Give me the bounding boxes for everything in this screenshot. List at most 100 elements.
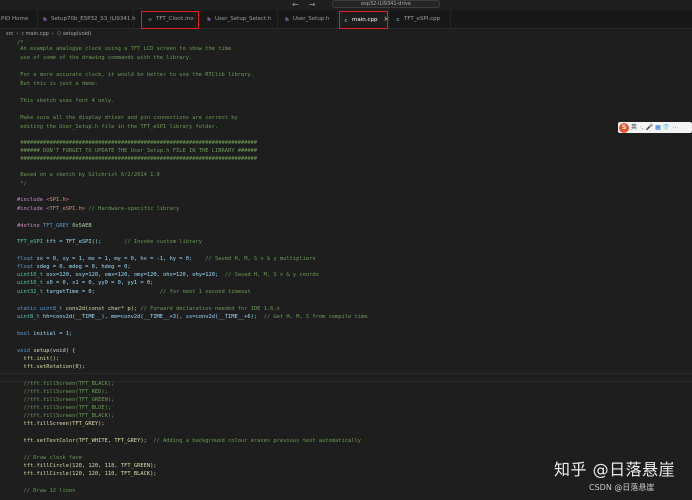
back-arrow-icon[interactable]: ← <box>292 0 299 9</box>
tab-tft-espi-cpp[interactable]: c TFT_eSPI.cpp <box>391 10 451 29</box>
header-file-icon: h <box>285 17 289 23</box>
code-token: initial = 1; <box>33 331 73 337</box>
code-line: uint8_t hh=conv2d(__TIME__), mm=conv2d(_… <box>17 313 368 321</box>
type-token: uint32_t <box>17 289 47 295</box>
tab-label: TFT_eSPI.cpp <box>404 16 441 22</box>
tab-label: Setup70b_ESP32_S3_ILI9341.h <box>51 16 136 22</box>
code-line: tft.setTextColor(TFT_WHITE, TFT_GREY); /… <box>17 437 361 445</box>
tab-label: PIO Home <box>1 16 29 22</box>
code-line: tft.setRotation(0); <box>17 364 86 370</box>
code-line: uint32_t targetTime = 0; // for next 1 s… <box>17 288 251 296</box>
code-line: This sketch uses font 4 only. <box>17 98 115 104</box>
code-line: //tft.fillScreen(TFT_BLUE); <box>17 405 112 411</box>
code-line: //tft.fillScreen(TFT_RED); <box>17 389 108 395</box>
comment-token: // Invoke custom library <box>101 239 203 245</box>
comment-token: // Adding a background colour erases pre… <box>146 438 362 444</box>
tab-pio-home[interactable]: PIO Home <box>0 10 38 29</box>
code-token: osx=120, osy=120, omx=120, omy=120, ohx=… <box>46 272 219 278</box>
code-line: //tft.fillScreen(TFT_GREEN); <box>17 397 115 403</box>
code-line: float sx = 0, sy = 1, mx = 1, my = 0, hx… <box>17 255 316 263</box>
code-line: editing the User_Setup.h file in the TFT… <box>17 124 219 130</box>
tab-label: main.cpp <box>352 17 378 23</box>
code-line: uint16_t x0 = 0, x1 = 0, yy0 = 0, yy1 = … <box>17 279 153 287</box>
type-token: float <box>17 264 37 270</box>
breadcrumb: src › c main.cpp › ⬡ setup(void) <box>0 29 692 39</box>
code-line: float sdeg = 0, mdeg = 0, hdeg = 0; <box>17 263 131 271</box>
comment-token: // Get H, M, S from compile time <box>257 314 368 320</box>
code-line: static uint8_t conv2d(const char* p); //… <box>17 305 280 313</box>
code-line: void setup(void) { <box>17 347 75 355</box>
type-token: TFT_eSPI <box>17 239 47 245</box>
code-line: //tft.fillScreen(TFT_BLACK); <box>17 381 115 387</box>
code-line: use of some of the drawing commands with… <box>17 55 193 61</box>
code-line: But this is just a demo. <box>17 81 99 87</box>
comment-token: // Saved H, M, S x & y coords <box>218 272 319 278</box>
ino-file-icon: ∞ <box>147 17 153 23</box>
forward-arrow-icon[interactable]: → <box>309 0 316 9</box>
code-line: Based on a sketch by Gilchrist 6/2/2014 … <box>17 172 160 178</box>
code-line: For a more accurate clock, it would be b… <box>17 72 254 78</box>
tab-main-cpp[interactable]: c main.cpp × <box>339 10 389 29</box>
type-token: uint8_t <box>17 314 43 320</box>
history-nav: ← → <box>292 0 325 9</box>
code-line: ###### DON'T FORGET TO UPDATE THE User_S… <box>17 148 258 154</box>
comment-token: // for next 1 second timeout <box>94 289 251 295</box>
preprocessor-token: #include <box>17 206 47 212</box>
tab-setup70b[interactable]: h Setup70b_ESP32_S3_ILI9341.h <box>38 10 136 29</box>
code-token: sx = 0, sy = 1, mx = 1, my = 0, hx = -1,… <box>36 256 193 262</box>
tab-tft-clock[interactable]: ∞ TFT_Clock.ino <box>143 10 196 29</box>
translate-toolbar[interactable]: S 英 ·, 🎤 ▦ 👕 ⋯ <box>618 122 692 133</box>
editor-tab-strip: PIO Home h Setup70b_ESP32_S3_ILI9341.h ∞ T… <box>0 10 692 29</box>
tab-user-setup-select[interactable]: h User_Setup_Select.h <box>202 10 278 29</box>
code-line: #define TFT_GREY 0x5AEB <box>17 222 92 230</box>
code-line: */ <box>17 181 27 187</box>
sogou-logo-icon: S <box>619 123 629 133</box>
code-token: hh=conv2d(__TIME__), mm=conv2d(__TIME__+… <box>42 314 258 320</box>
code-line: tft.fillScreen(TFT_GREY); <box>17 421 105 427</box>
code-line: tft.fillCircle(120, 120, 118, TFT_GREEN)… <box>17 463 157 469</box>
code-line: uint16_t osx=120, osy=120, omx=120, omy=… <box>17 271 319 279</box>
code-token: conv2d(const char* p); <box>65 306 138 312</box>
code-line: TFT_eSPI tft = TFT_eSPI(); // Invoke cus… <box>17 238 202 246</box>
code-token: tft = TFT_eSPI(); <box>46 239 102 245</box>
tab-label: User_Setup.h <box>293 16 330 22</box>
type-token: uint16_t <box>17 272 47 278</box>
breadcrumb-symbol[interactable]: setup(void) <box>63 31 91 37</box>
code-token: (void) { <box>49 348 76 354</box>
comment-token: // Forward declaration needed for IDE 1.… <box>137 306 280 312</box>
preprocessor-token: #define <box>17 223 43 229</box>
cpp-file-icon: c <box>344 18 348 24</box>
chevron-right-icon: › <box>16 31 19 37</box>
keyword-token: static uint8_t <box>17 306 66 312</box>
code-line: An example analogue clock using a TFT LC… <box>17 46 232 52</box>
code-token: tft.setTextColor(TFT_WHITE, TFT_GREY); <box>17 438 147 444</box>
code-line: // Draw 12 lines <box>17 488 76 494</box>
header-file-icon: h <box>207 17 211 23</box>
breadcrumb-file[interactable]: main.cpp <box>26 31 49 37</box>
close-tab-icon[interactable]: × <box>384 15 390 23</box>
code-line: ########################################… <box>17 156 258 162</box>
string-token: <SPI.h> <box>46 197 69 203</box>
tab-label: User_Setup_Select.h <box>215 16 272 22</box>
type-token: float <box>17 256 37 262</box>
breadcrumb-folder[interactable]: src <box>6 31 13 37</box>
header-file-icon: h <box>43 17 47 23</box>
csdn-watermark: CSDN @日落悬崖 <box>589 483 655 492</box>
macro-token: TFT_GREY <box>42 223 73 229</box>
code-token: targetTime = 0; <box>46 289 95 295</box>
code-editor[interactable]: /* An example analogue clock using a TFT… <box>0 39 692 500</box>
zhihu-watermark: 知乎 @日落悬崖 <box>554 460 676 479</box>
toolbar-icons[interactable]: ·, 🎤 ▦ 👕 ⋯ <box>640 124 678 131</box>
code-line: #include <TFT_eSPI.h> // Hardware-specif… <box>17 205 179 213</box>
type-token: uint16_t <box>17 280 47 286</box>
command-center-search[interactable]: esp32-ILI9341-drive <box>332 0 440 8</box>
type-token: void <box>17 348 34 354</box>
tab-user-setup[interactable]: h User_Setup.h <box>280 10 338 29</box>
code-line: Make sure all the display driver and pin… <box>17 115 238 121</box>
comment-token: // Saved H, M, S x & y multipliers <box>192 256 316 262</box>
language-toggle[interactable]: 英 <box>631 124 637 131</box>
comment-token: // Hardware-specific library <box>85 206 180 212</box>
code-line: tft.fillCircle(120, 120, 110, TFT_BLACK)… <box>17 471 157 477</box>
cpp-file-icon: c <box>396 17 400 23</box>
code-token: x0 = 0, x1 = 0, yy0 = 0, yy1 = 0; <box>46 280 154 286</box>
